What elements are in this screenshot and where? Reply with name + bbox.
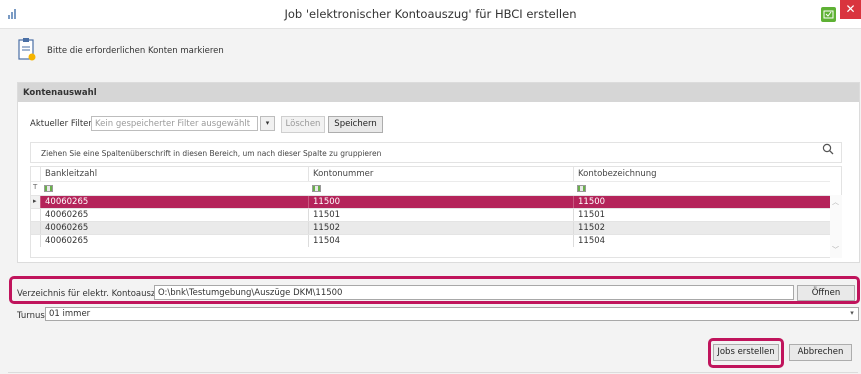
row-indicator	[31, 209, 40, 221]
column-header-kontobezeichnung[interactable]: Kontobezeichnung	[573, 167, 830, 181]
cell-kontonummer: 11500	[308, 196, 573, 208]
filter-cell-bankleitzahl[interactable]	[40, 182, 308, 194]
column-header-bankleitzahl[interactable]: Bankleitzahl	[40, 167, 308, 181]
filter-row-icon: T	[33, 183, 38, 191]
green-help-icon	[823, 10, 834, 19]
cell-kontobezeichnung: 11501	[573, 209, 830, 221]
title-bar: Job 'elektronischer Kontoauszug' für HBC…	[0, 0, 861, 29]
cell-bankleitzahl: 40060265	[40, 222, 308, 234]
table-row[interactable]: 40060265 11501 11501	[31, 208, 830, 221]
filter-select[interactable]: Kein gespeicherter Filter ausgewählt	[91, 116, 258, 131]
cancel-button[interactable]: Abbrechen	[789, 344, 852, 361]
table-row[interactable]: 40060265 11504 11504	[31, 234, 830, 247]
scroll-up-icon[interactable]: ︿	[832, 197, 839, 207]
bottom-divider	[8, 372, 858, 373]
chevron-down-icon[interactable]: ▾	[846, 308, 858, 320]
save-filter-button[interactable]: Speichern	[328, 116, 383, 133]
instruction-text: Bitte die erforderlichen Konten markiere…	[47, 46, 224, 56]
close-button[interactable]: ✕	[840, 0, 861, 19]
filter-cell-kontonummer[interactable]	[308, 182, 573, 194]
cell-kontobezeichnung: 11504	[573, 235, 830, 247]
cell-kontobezeichnung: 11500	[573, 196, 830, 208]
directory-label: Verzeichnis für elektr. Kontoauszug	[17, 289, 167, 299]
grid-filter-row: T	[31, 181, 830, 194]
group-by-area[interactable]: Ziehen Sie eine Spaltenüberschrift in di…	[30, 142, 842, 163]
row-indicator	[31, 222, 40, 234]
scroll-down-icon[interactable]: ﹀	[832, 245, 839, 255]
clipboard-icon	[18, 38, 36, 61]
filter-label: Aktueller Filter:	[30, 119, 95, 129]
help-button[interactable]	[821, 7, 836, 22]
account-selection-panel: Kontenauswahl Aktueller Filter: Kein ges…	[17, 82, 860, 263]
grid-header: Bankleitzahl Kontonummer Kontobezeichnun…	[31, 167, 830, 181]
cell-kontobezeichnung: 11502	[573, 222, 830, 234]
filter-operator-icon[interactable]	[577, 185, 586, 192]
grid-vertical-scrollbar[interactable]: ︿ ﹀	[830, 195, 842, 258]
directory-input[interactable]: O:\bnk\Testumgebung\Auszüge DKM\11500	[154, 285, 794, 300]
cell-kontonummer: 11504	[308, 235, 573, 247]
row-indicator	[31, 235, 40, 247]
cell-kontonummer: 11502	[308, 222, 573, 234]
close-icon: ✕	[845, 2, 856, 16]
filter-operator-icon[interactable]	[312, 185, 321, 192]
cell-bankleitzahl: 40060265	[40, 196, 308, 208]
cell-bankleitzahl: 40060265	[40, 209, 308, 221]
turnus-select[interactable]: 01 immer	[45, 307, 859, 321]
cell-bankleitzahl: 40060265	[40, 235, 308, 247]
header-corner	[31, 167, 40, 181]
column-header-kontonummer[interactable]: Kontonummer	[308, 167, 573, 181]
row-indicator-icon: ▸	[31, 196, 40, 208]
open-directory-button[interactable]: Öffnen	[797, 285, 855, 301]
filter-cell-kontobezeichnung[interactable]	[573, 182, 830, 194]
panel-title: Kontenauswahl	[18, 83, 859, 102]
chevron-down-icon: ▾	[265, 119, 270, 127]
filter-operator-icon[interactable]	[44, 185, 53, 192]
search-icon[interactable]	[822, 143, 834, 155]
accounts-grid: Bankleitzahl Kontonummer Kontobezeichnun…	[30, 166, 842, 258]
create-jobs-button[interactable]: Jobs erstellen	[713, 344, 779, 361]
table-row[interactable]: ▸ 40060265 11500 11500	[31, 195, 830, 208]
delete-filter-button[interactable]: Löschen	[281, 116, 325, 133]
table-row[interactable]: 40060265 11502 11502	[31, 221, 830, 234]
cell-kontonummer: 11501	[308, 209, 573, 221]
turnus-label: Turnus	[17, 311, 45, 321]
filter-dropdown-button[interactable]: ▾	[260, 116, 275, 131]
window-title: Job 'elektronischer Kontoauszug' für HBC…	[284, 7, 577, 21]
